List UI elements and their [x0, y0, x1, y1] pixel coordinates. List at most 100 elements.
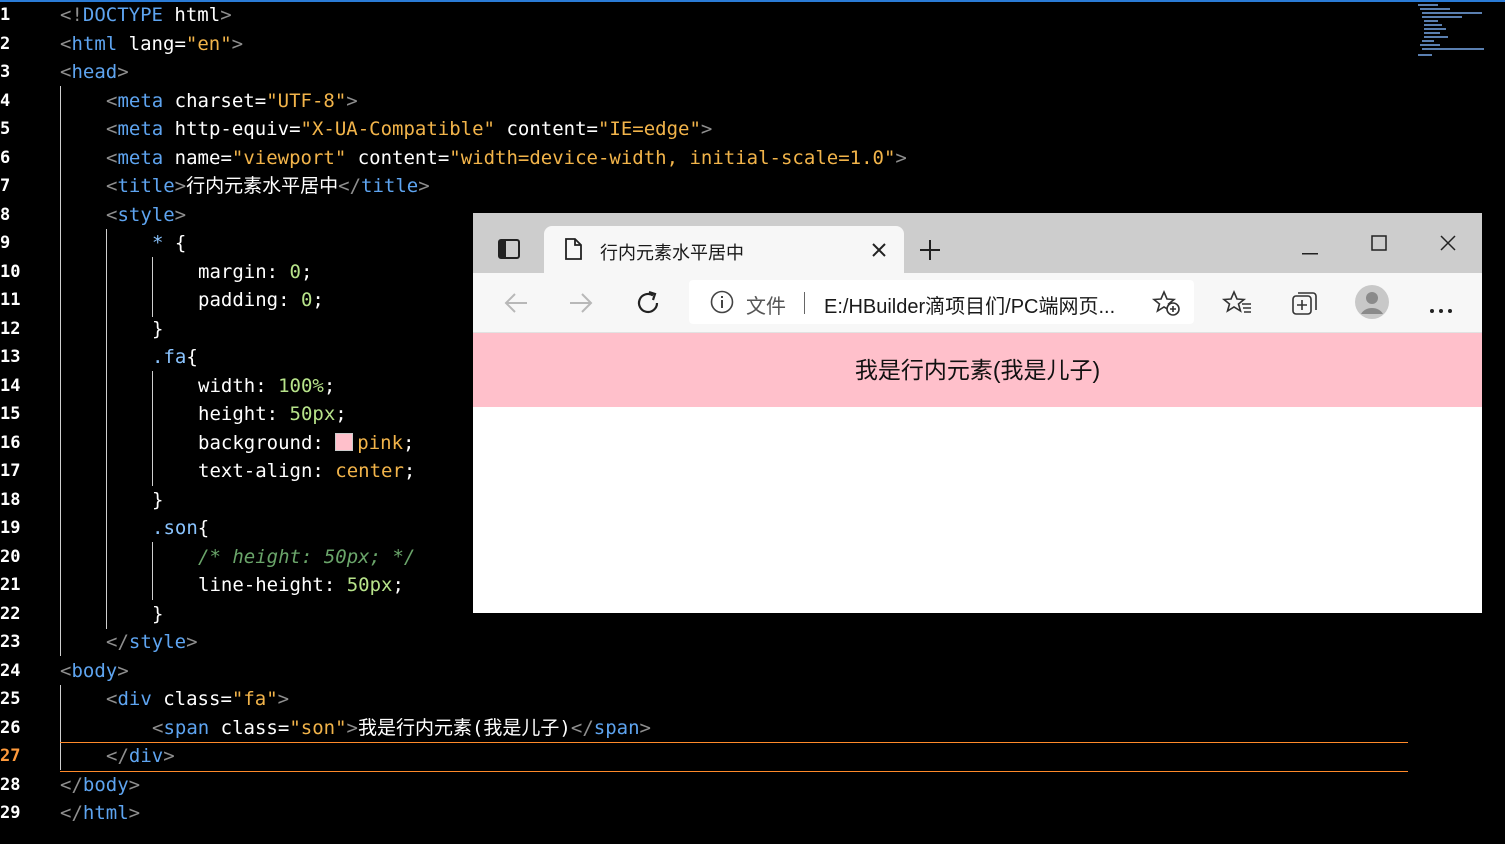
code-line[interactable]: 6 <meta name="viewport" content="width=de…: [0, 144, 1410, 172]
line-number: 7: [0, 176, 11, 196]
token-plain: ;: [312, 289, 324, 311]
code-line[interactable]: 23 </style>: [0, 628, 1410, 656]
code-line[interactable]: 1 <!DOCTYPE html>: [0, 1, 1410, 29]
token-plain: =: [174, 32, 186, 55]
token-plain: :: [323, 574, 347, 596]
token-bracket: <: [60, 659, 72, 682]
token-plain: =: [220, 146, 232, 169]
code-text[interactable]: <meta charset="UTF-8">: [106, 87, 358, 115]
refresh-icon[interactable]: [635, 290, 661, 321]
code-line[interactable]: 26 <span class="son">我是行内元素(我是儿子)</span>: [0, 714, 1410, 742]
code-text[interactable]: margin: 0;: [198, 258, 312, 286]
code-line[interactable]: 25 <div class="fa">: [0, 685, 1410, 713]
token-bracket: >: [639, 716, 651, 739]
code-text[interactable]: <style>: [106, 201, 186, 229]
code-text[interactable]: <html lang="en">: [60, 30, 243, 58]
token-tag: meta: [117, 118, 164, 140]
code-text[interactable]: <title>行内元素水平居中</title>: [106, 172, 430, 200]
code-text[interactable]: <body>: [60, 657, 129, 685]
code-text[interactable]: }: [152, 486, 163, 514]
token-num: 0: [300, 289, 313, 311]
more-icon[interactable]: [1430, 300, 1452, 318]
token-plain: :: [255, 374, 279, 397]
maximize-icon[interactable]: [1371, 235, 1387, 256]
code-text[interactable]: <!DOCTYPE html>: [60, 1, 232, 29]
code-line[interactable]: 29 </html>: [0, 799, 1410, 827]
token-plain: ;: [403, 431, 415, 454]
code-text[interactable]: </html>: [60, 799, 140, 827]
token-str: "son": [289, 716, 347, 739]
code-text[interactable]: <head>: [60, 58, 129, 86]
code-text[interactable]: }: [152, 600, 163, 628]
minimap[interactable]: [1416, 2, 1496, 62]
code-text[interactable]: </style>: [106, 628, 198, 656]
line-number: 21: [0, 575, 21, 595]
token-prop: padding: [198, 289, 279, 311]
code-text[interactable]: * {: [152, 229, 186, 257]
code-text[interactable]: text-align: center;: [198, 457, 415, 485]
plus-icon[interactable]: [919, 239, 941, 266]
token-num: 50px: [289, 403, 336, 425]
close-icon[interactable]: [871, 242, 887, 263]
tab-active[interactable]: 行内元素水平居中: [544, 226, 904, 273]
minimize-icon[interactable]: [1302, 242, 1318, 260]
token-bracket: >: [346, 89, 358, 112]
info-icon[interactable]: [710, 290, 734, 319]
token-plain: 我是行内元素(我是儿子): [357, 716, 571, 739]
token-bracket: >: [231, 32, 244, 55]
token-bracket: <: [60, 32, 72, 55]
code-text[interactable]: .fa{: [152, 343, 198, 371]
token-bracket: >: [163, 745, 175, 767]
token-bracket: </: [60, 802, 83, 824]
code-text[interactable]: <meta name="viewport" content="width=dev…: [106, 144, 907, 172]
code-text[interactable]: padding: 0;: [198, 286, 324, 314]
arrow-left-icon[interactable]: [503, 292, 529, 319]
address-bar[interactable]: 文件 E:/HBuilder滴项目们/PC端网页...: [689, 280, 1194, 324]
code-line[interactable]: 28 </body>: [0, 771, 1410, 799]
browser-window[interactable]: 行内元素水平居中 文件 E:/HBuilder滴项目们/PC端网页... 我是行…: [473, 213, 1482, 613]
star-plus-icon[interactable]: [1151, 289, 1180, 321]
avatar-icon[interactable]: [1355, 285, 1389, 324]
code-text[interactable]: }: [152, 315, 163, 343]
close-icon[interactable]: [1440, 235, 1456, 256]
token-bracket: </: [106, 745, 129, 767]
token-str: "en": [185, 32, 232, 55]
token-prop: background: [198, 431, 313, 454]
line-number: 20: [0, 546, 21, 567]
arrow-right-icon[interactable]: [568, 292, 594, 319]
token-plain: }: [152, 488, 164, 511]
favorites-icon[interactable]: [1221, 289, 1252, 321]
address-url[interactable]: E:/HBuilder滴项目们/PC端网页...: [824, 290, 1115, 319]
code-text[interactable]: </div>: [106, 742, 175, 770]
code-line[interactable]: 7 <title>行内元素水平居中</title>: [0, 172, 1410, 200]
collections-icon[interactable]: [1291, 290, 1319, 321]
token-tag: title: [117, 175, 175, 197]
code-text[interactable]: <meta http-equiv="X-UA-Compatible" conte…: [106, 115, 712, 143]
code-text[interactable]: /* height: 50px; */: [198, 543, 415, 571]
code-text[interactable]: .son{: [152, 514, 209, 542]
title-bar: 行内元素水平居中: [473, 213, 1482, 273]
color-swatch[interactable]: [335, 432, 354, 451]
code-text[interactable]: width: 100%;: [198, 372, 335, 400]
code-line[interactable]: 4 <meta charset="UTF-8">: [0, 87, 1410, 115]
token-tag: div: [128, 745, 164, 767]
sidebar-icon[interactable]: [498, 239, 520, 264]
code-line[interactable]: 3 <head>: [0, 58, 1410, 86]
code-text[interactable]: <div class="fa">: [106, 685, 289, 713]
code-text[interactable]: height: 50px;: [198, 400, 347, 428]
code-line[interactable]: 2 <html lang="en">: [0, 30, 1410, 58]
code-line[interactable]: 5 <meta http-equiv="X-UA-Compatible" cont…: [0, 115, 1410, 143]
code-text[interactable]: </body>: [60, 771, 140, 799]
code-text[interactable]: line-height: 50px;: [198, 571, 404, 599]
code-text[interactable]: background: pink;: [198, 429, 415, 457]
token-plain: ;: [392, 574, 404, 596]
code-text[interactable]: <span class="son">我是行内元素(我是儿子)</span>: [152, 714, 651, 742]
line-number: 14: [0, 375, 21, 396]
code-line[interactable]: 27 </div>: [0, 742, 1410, 770]
code-line[interactable]: 24 <body>: [0, 657, 1410, 685]
line-number: 26: [0, 717, 21, 738]
